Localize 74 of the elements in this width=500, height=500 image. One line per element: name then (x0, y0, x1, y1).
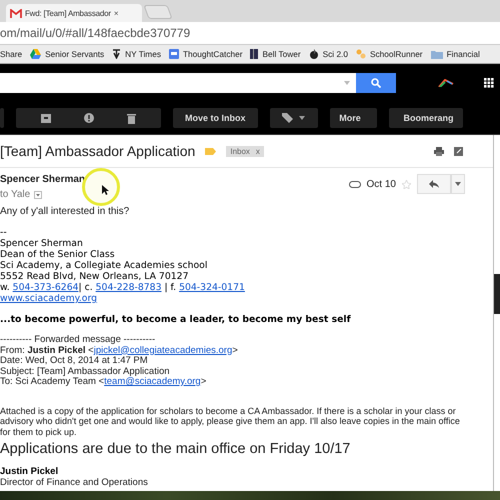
reply-button[interactable] (417, 174, 451, 194)
cursor-icon (102, 185, 109, 195)
sender-name: Spencer Sherman (0, 174, 86, 185)
boomerang-button[interactable]: Boomerang (388, 108, 462, 128)
labels-button[interactable] (270, 108, 318, 128)
message-text: w. 504-373-6264| c. 504-228-8783 | f. 504-324-0171 (0, 282, 246, 293)
message-text: Spencer Sherman (0, 238, 84, 249)
link[interactable]: jpickel@collegiateacademies.org (94, 344, 232, 356)
message-text: To: Sci Academy Team <team@sciacademy.org> (0, 377, 208, 388)
message-text: Dean of the Senior Class (0, 249, 116, 260)
message-text: -- (0, 226, 8, 238)
message-text: Justin Pickel (0, 467, 60, 478)
chat-icon (168, 49, 179, 59)
bookmark[interactable]: Sci 2.0 (308, 49, 348, 59)
drive-icon (30, 49, 42, 59)
move-to-inbox-button[interactable]: Move to Inbox (173, 108, 258, 128)
message-text: ---------- Forwarded message ---------- (0, 335, 156, 346)
message-text: Attached is a copy of the application for scholars to become a CA Ambassador. If there is a scholar in your class or advisory who didn't get one and would like to apply, please give them an app. I'll also leave copies in the main office for them to pick up. (0, 406, 460, 437)
message-text: ...to become powerful, to become a leader, to become my best self (0, 314, 352, 325)
message-text: Any of y'all interested in this? (0, 206, 130, 217)
bookmark[interactable]: ThoughtCatcher (168, 49, 242, 59)
close-icon[interactable]: × (114, 8, 118, 18)
spam-icon[interactable] (84, 113, 94, 123)
link[interactable]: 504-228-8783 (96, 282, 162, 293)
message-text: 5552 Read Blvd, New Orleans, LA 70127 (0, 271, 190, 282)
address-field[interactable]: om/mail/u/0/#all/148faecbde370779 (0, 26, 190, 40)
link[interactable]: 504-324-0171 (179, 282, 245, 293)
bookmark[interactable]: Share (0, 49, 22, 59)
more-actions-button[interactable] (451, 174, 465, 194)
search-field[interactable] (0, 73, 356, 93)
label-text: Inbox (230, 146, 250, 156)
trash-icon[interactable] (126, 112, 136, 124)
email-subject: [Team] Ambassador Application (0, 143, 196, 159)
message-text: Director of Finance and Operations (0, 478, 149, 488)
message-text: Applications are due to the main office on Friday 10/17 (0, 441, 352, 457)
archive-icon[interactable] (41, 114, 52, 122)
message-text: From: Justin Pickel <jpickel@collegiateacademies.org> (0, 346, 239, 356)
search-button[interactable] (356, 73, 396, 93)
bookmark[interactable]: SchoolRunner (356, 49, 423, 59)
details-dropdown-icon[interactable] (34, 190, 42, 198)
bookmark[interactable]: Financial (430, 49, 480, 59)
flame-icon (308, 49, 319, 59)
link[interactable]: team@sciacademy.org (104, 376, 201, 387)
bookmark[interactable]: NY Times (112, 49, 161, 59)
link[interactable]: 504-373-6264 (12, 282, 79, 293)
bookmark[interactable]: Senior Servants (30, 49, 104, 59)
caret-icon (299, 116, 305, 120)
remove-label-icon[interactable]: x (256, 146, 260, 156)
runner-icon (356, 49, 366, 59)
new-window-icon[interactable] (454, 146, 463, 156)
caret-icon (455, 182, 461, 186)
message-text: Subject: [Team] Ambassador Application (0, 366, 171, 377)
caret-icon (344, 81, 350, 85)
search-icon (371, 78, 381, 88)
apps-grid-icon[interactable] (484, 78, 494, 88)
boomerang-logo-icon (438, 79, 454, 87)
mail-icon (10, 8, 22, 18)
important-marker-icon[interactable] (205, 148, 216, 154)
message-date: Oct 10 (366, 178, 396, 190)
tab-title: Fwd: [Team] Ambassador (25, 8, 111, 18)
bookmark[interactable]: Bell Tower (250, 49, 301, 59)
star-icon[interactable] (402, 180, 411, 188)
scrollbar-thumb[interactable] (494, 274, 500, 314)
book-icon (250, 49, 258, 59)
link[interactable]: www.sciacademy.org (0, 293, 98, 304)
folder-icon (430, 50, 443, 58)
recipient-text: to Yale (0, 189, 30, 200)
more-button[interactable]: More (330, 108, 376, 128)
message-text: Sci Academy, a Collegiate Academies school (0, 260, 208, 271)
print-icon[interactable] (434, 146, 444, 156)
message-text: Date: Wed, Oct 8, 2014 at 1:47 PM (0, 356, 149, 366)
tag-icon (282, 113, 293, 123)
browser-tab[interactable]: Fwd: [Team] Ambassador × (6, 4, 142, 22)
reply-icon (429, 180, 439, 188)
